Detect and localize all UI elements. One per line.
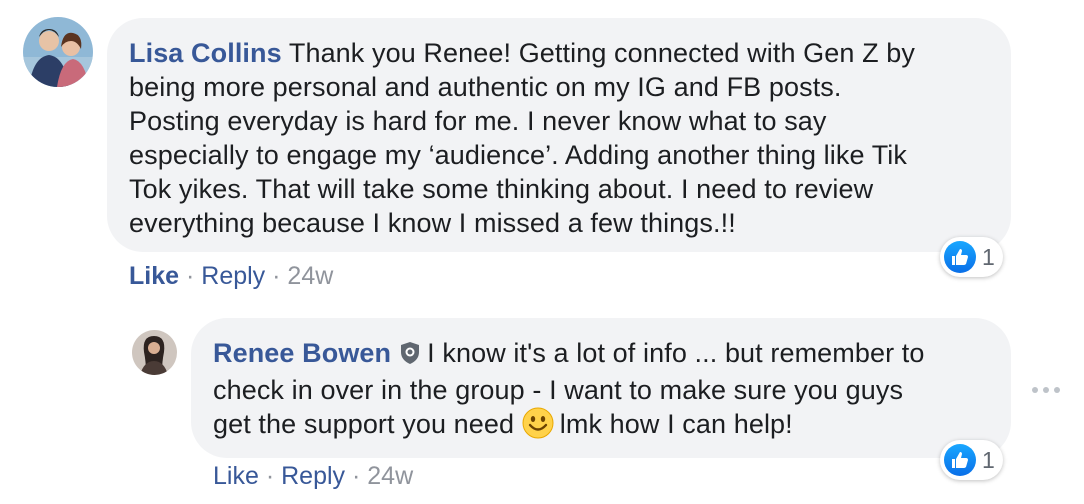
reaction-count: 1 — [982, 446, 995, 473]
comment-text: everything because I know I missed a few… — [129, 208, 736, 238]
comment-text: Posting everyday is hard for me. I never… — [129, 106, 827, 136]
comment-text: being more personal and authentic on my … — [129, 72, 842, 102]
verified-shield-icon — [399, 339, 421, 373]
like-thumb-icon — [944, 444, 976, 476]
like-link[interactable]: Like — [213, 462, 259, 490]
reaction-count: 1 — [982, 243, 995, 270]
reply-line: get the support you need lmk how I can h… — [213, 407, 1011, 447]
comment-text: Tok yikes. That will take some thinking … — [129, 174, 874, 204]
comment-reaction-summary[interactable]: 1 — [940, 237, 1003, 277]
reply-author-name[interactable]: Renee Bowen — [213, 338, 391, 368]
reply-text: check in over in the group - I want to m… — [213, 375, 904, 405]
comment-bubble: Lisa Collins Thank you Renee! Getting co… — [107, 18, 1011, 252]
separator: · — [265, 462, 275, 490]
reply-text: I know it's a lot of info ... but rememb… — [427, 338, 925, 368]
reply-bubble: Renee Bowen I know it's a lot of info ...… — [191, 318, 1011, 458]
separator: · — [272, 262, 281, 290]
reply-actions: Like · Reply · 24w — [213, 462, 413, 491]
reply-text: get the support you need — [213, 409, 515, 439]
smile-emoji-icon — [522, 407, 554, 447]
like-link[interactable]: Like — [129, 262, 179, 290]
reply-text: lmk how I can help! — [559, 409, 793, 439]
separator: · — [351, 462, 361, 490]
avatar-lisa-collins[interactable] — [23, 17, 93, 87]
reply-reaction-summary[interactable]: 1 — [940, 440, 1003, 480]
more-options-icon[interactable] — [1032, 384, 1062, 396]
reply-link[interactable]: Reply — [201, 262, 265, 290]
like-thumb-icon — [944, 241, 976, 273]
timestamp[interactable]: 24w — [287, 262, 333, 290]
reply-line: Renee Bowen I know it's a lot of info ...… — [213, 336, 1011, 373]
timestamp[interactable]: 24w — [367, 462, 413, 490]
comment-author-name[interactable]: Lisa Collins — [129, 38, 282, 68]
avatar-renee-bowen[interactable] — [132, 330, 177, 375]
comment-text: Thank you Renee! Getting connected with … — [288, 38, 916, 68]
comment-actions: Like · Reply · 24w — [129, 262, 333, 291]
comment-line: Lisa Collins Thank you Renee! Getting co… — [129, 36, 1011, 70]
reply-link[interactable]: Reply — [281, 462, 345, 490]
separator: · — [185, 262, 195, 290]
comment-text: especially to engage my ‘audience’. Addi… — [129, 140, 907, 170]
